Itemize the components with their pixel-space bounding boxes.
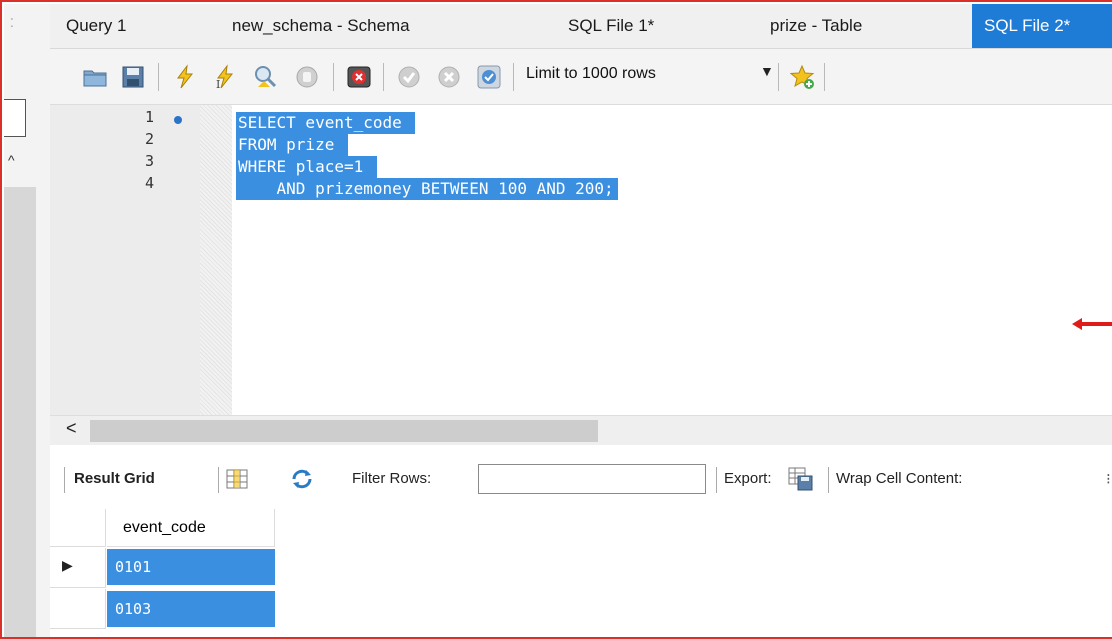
tab-prize-table[interactable]: prize - Table [770, 4, 862, 48]
tab-query-1[interactable]: Query 1 [66, 4, 126, 48]
open-folder-icon[interactable] [82, 64, 108, 90]
result-cell[interactable]: 0103 [107, 591, 275, 627]
code-line[interactable]: SELECT event_code [236, 112, 416, 134]
toolbar-separator [828, 467, 829, 493]
toolbar-separator [158, 63, 159, 91]
toggle-error-icon[interactable] [346, 64, 372, 90]
toolbar-separator [383, 63, 384, 91]
stop-icon[interactable] [294, 64, 320, 90]
tab-sql-file-2[interactable]: SQL File 2* [972, 4, 1112, 48]
toolbar-separator [333, 63, 334, 91]
chevron-down-icon[interactable]: ▼ [760, 63, 774, 79]
result-grid-tab[interactable]: Result Grid [74, 470, 155, 487]
execute-lightning-icon[interactable] [172, 64, 198, 90]
autocommit-icon[interactable] [476, 64, 502, 90]
toolbar-separator [716, 467, 717, 493]
navigator-panel: ⁚ ^ [4, 4, 50, 637]
fold-marker-column [200, 105, 232, 415]
caret-up-icon[interactable]: ^ [8, 152, 15, 168]
grid-layout-icon[interactable] [226, 469, 248, 489]
navigator-scrollbar[interactable] [4, 187, 36, 637]
export-icon[interactable] [788, 467, 814, 491]
panel-grip-icon[interactable]: ⁚ [10, 16, 14, 30]
statement-marker-icon [174, 116, 182, 124]
toolbar-separator [513, 63, 514, 91]
tab-new-schema[interactable]: new_schema - Schema [232, 4, 410, 48]
grid-corner-cell[interactable] [50, 509, 106, 547]
wrap-toggle-icon[interactable]: ⁝ [1106, 470, 1111, 488]
refresh-icon[interactable] [290, 468, 314, 490]
navigator-search-box[interactable] [4, 99, 26, 137]
code-line[interactable]: FROM prize [236, 134, 348, 156]
sql-editor[interactable]: 1 2 3 4 SELECT event_code FROM prize WHE… [50, 105, 1112, 415]
code-line[interactable]: AND prizemoney BETWEEN 100 AND 200; [236, 178, 618, 200]
execute-current-icon[interactable]: I [212, 64, 238, 90]
line-number: 1 [144, 108, 154, 126]
workbench-window: ⁚ ^ Query 1 new_schema - Schema SQL File… [0, 0, 1112, 639]
export-label: Export: [724, 470, 772, 487]
annotation-arrow-icon [1072, 318, 1112, 330]
rollback-icon[interactable] [436, 64, 462, 90]
editor-horizontal-scrollbar[interactable]: < [50, 415, 1112, 445]
scroll-left-icon[interactable]: < [66, 418, 77, 439]
result-grid: event_code ▶ 0101 0103 [50, 509, 350, 637]
svg-text:I: I [216, 78, 220, 90]
line-number-gutter: 1 2 3 4 [50, 105, 200, 415]
line-number: 3 [144, 152, 154, 170]
toolbar-separator [64, 467, 65, 493]
tab-sql-file-1[interactable]: SQL File 1* [568, 4, 654, 48]
line-number: 2 [144, 130, 154, 148]
toolbar-separator [778, 63, 779, 91]
column-header-event-code[interactable]: event_code [107, 509, 275, 547]
save-icon[interactable] [120, 64, 146, 90]
row-header[interactable]: ▶ [50, 548, 106, 588]
scrollbar-thumb[interactable] [90, 420, 598, 442]
add-snippet-star-icon[interactable] [790, 64, 816, 90]
toolbar-separator [218, 467, 219, 493]
result-toolbar: Result Grid Filter Rows: Export: Wrap Ce… [50, 459, 1112, 499]
wrap-cell-content-label: Wrap Cell Content: [836, 470, 963, 487]
line-number: 4 [144, 174, 154, 192]
sql-editor-toolbar: I Limit to 1000 rows ▼ [50, 49, 1112, 105]
editor-tab-bar: Query 1 new_schema - Schema SQL File 1* … [50, 4, 1112, 49]
toolbar-separator [824, 63, 825, 91]
limit-rows-select[interactable]: Limit to 1000 rows [526, 65, 656, 83]
result-cell[interactable]: 0101 [107, 549, 275, 585]
current-row-arrow-icon: ▶ [62, 557, 73, 573]
filter-rows-label: Filter Rows: [352, 470, 432, 487]
commit-icon[interactable] [396, 64, 422, 90]
filter-rows-input[interactable] [478, 464, 706, 494]
explain-magnifier-icon[interactable] [252, 64, 278, 90]
row-header[interactable] [50, 589, 106, 629]
code-line[interactable]: WHERE place=1 [236, 156, 377, 178]
